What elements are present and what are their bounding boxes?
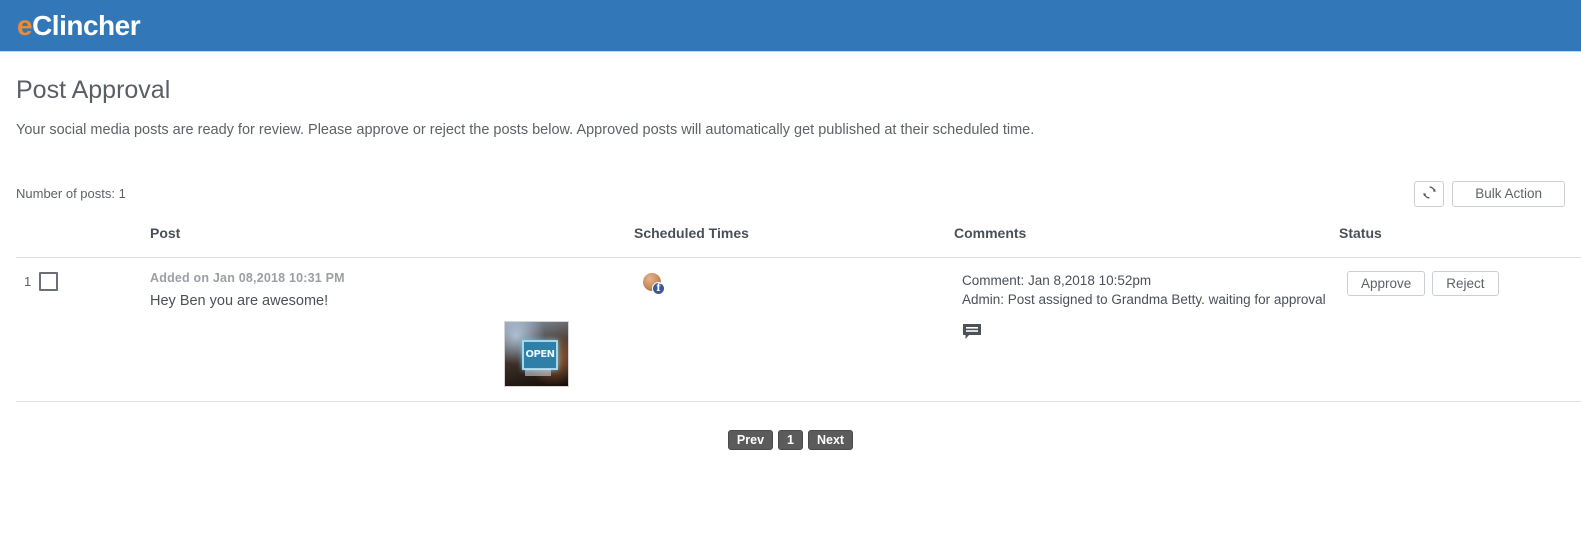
column-header-comments: Comments [954, 224, 1339, 258]
status-cell: Approve Reject [1339, 257, 1581, 402]
posts-table: Post Scheduled Times Comments Status 1 A… [16, 224, 1581, 402]
comment-timestamp: Comment: Jan 8,2018 10:52pm [962, 272, 1152, 288]
scheduled-times-cell: f [634, 257, 954, 402]
post-cell: Added on Jan 08,2018 10:31 PM Hey Ben yo… [82, 257, 634, 402]
row-index: 1 [24, 273, 32, 289]
row-checkbox[interactable] [39, 271, 59, 291]
table-header-row: Post Scheduled Times Comments Status [16, 224, 1581, 258]
refresh-icon [1422, 185, 1437, 203]
column-header-scheduled-times: Scheduled Times [634, 224, 954, 258]
row-select-cell: 1 [16, 257, 82, 402]
comment-body: Admin: Post assigned to Grandma Betty. w… [962, 291, 1326, 307]
posts-count-label: Number of posts: 1 [16, 186, 126, 202]
open-sign-icon: OPEN [522, 339, 558, 370]
post-added-timestamp: Added on Jan 08,2018 10:31 PM [150, 270, 345, 285]
pagination: Prev 1 Next [16, 429, 1565, 450]
post-thumbnail[interactable]: OPEN [504, 320, 569, 387]
refresh-button[interactable] [1414, 180, 1445, 207]
app-header-bar: e Clincher [0, 0, 1581, 52]
post-text: Hey Ben you are awesome! [150, 292, 329, 309]
facebook-icon: f [652, 281, 665, 295]
eclincher-logo[interactable]: e Clincher [17, 9, 141, 41]
thumbnail-lower-sign [525, 368, 551, 376]
page-content: Post Approval Your social media posts ar… [0, 75, 1581, 450]
comment-icon[interactable] [962, 323, 984, 341]
pagination-next-button[interactable]: Next [807, 429, 854, 450]
logo-text: Clincher [32, 9, 141, 41]
column-header-status: Status [1339, 224, 1581, 258]
table-row: 1 Added on Jan 08,2018 10:31 PM Hey Ben … [16, 257, 1581, 402]
page-subtitle: Your social media posts are ready for re… [16, 122, 1035, 138]
page-title: Post Approval [16, 76, 171, 104]
approve-button[interactable]: Approve [1347, 270, 1426, 296]
social-account-avatar[interactable]: f [643, 272, 665, 295]
column-header-index [16, 224, 82, 258]
toolbar: Number of posts: 1 Bulk Action [16, 180, 1565, 207]
bulk-action-button[interactable]: Bulk Action [1452, 180, 1565, 207]
comments-cell: Comment: Jan 8,2018 10:52pm Admin: Post … [954, 257, 1339, 402]
thumbnail-sign-text: OPEN [525, 348, 555, 360]
column-header-post: Post [82, 224, 634, 258]
pagination-page-1-button[interactable]: 1 [778, 429, 803, 450]
reject-button[interactable]: Reject [1432, 270, 1499, 296]
logo-accent-letter: e [17, 9, 33, 41]
toolbar-actions: Bulk Action [1414, 180, 1565, 207]
pagination-prev-button[interactable]: Prev [727, 429, 774, 450]
